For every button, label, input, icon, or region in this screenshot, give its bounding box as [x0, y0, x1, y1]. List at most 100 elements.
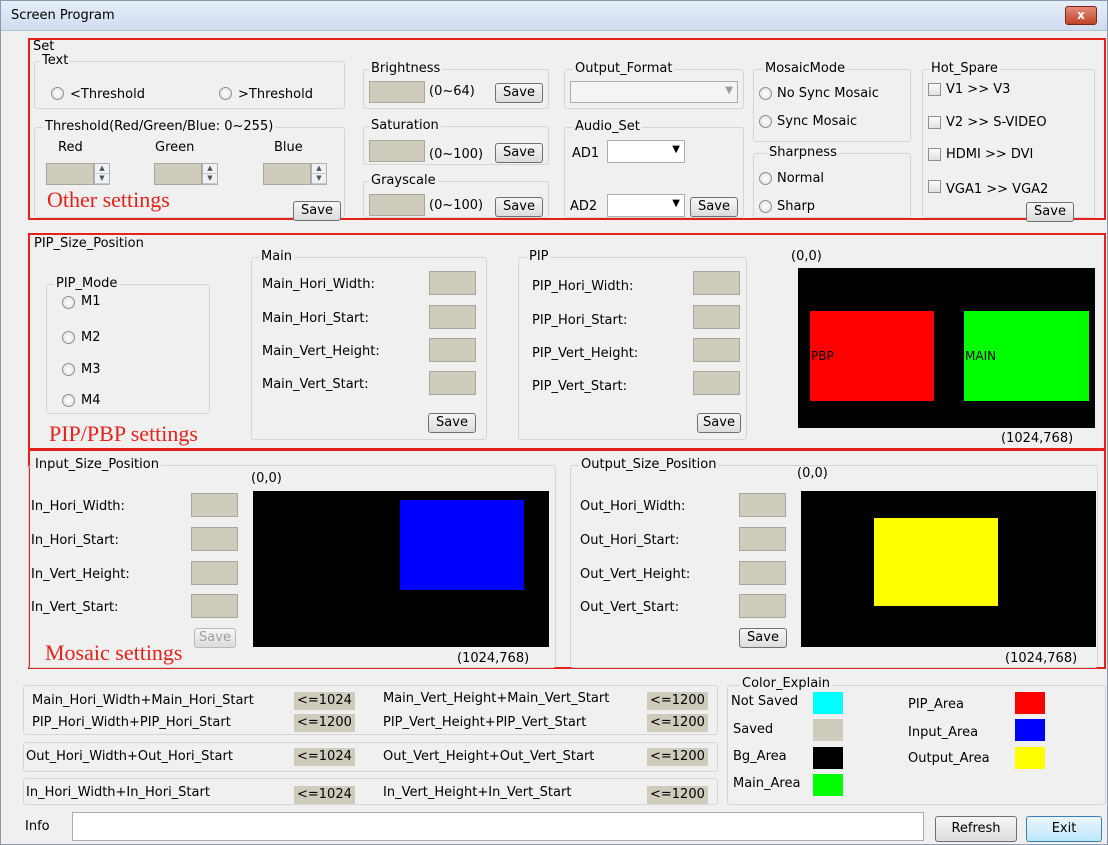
main-hori-start-input[interactable]	[429, 305, 476, 329]
spin-down-icon[interactable]: ▼	[95, 174, 109, 184]
pip-size-position-label: PIP_Size_Position	[34, 236, 144, 251]
brightness-save-button[interactable]: Save	[495, 83, 543, 103]
main-save-button[interactable]: Save	[428, 413, 476, 433]
constraint-out-hori: Out_Hori_Width+Out_Hori_Start	[26, 749, 233, 764]
out-hori-start-input[interactable]	[739, 527, 786, 551]
sharp-sharpness-radio[interactable]	[759, 200, 772, 213]
red-spinner[interactable]: ▲ ▼	[94, 163, 110, 185]
chevron-down-icon: ▼	[725, 85, 733, 96]
spin-down-icon[interactable]: ▼	[312, 174, 326, 184]
legend-not-saved-label: Not Saved	[731, 694, 799, 709]
main-hori-width-input[interactable]	[429, 271, 476, 295]
ad2-select[interactable]: ▼	[607, 194, 685, 217]
pip-preview-origin: (0,0)	[791, 249, 822, 264]
red-input[interactable]	[46, 163, 94, 185]
ad2-label: AD2	[570, 199, 598, 214]
spin-down-icon[interactable]: ▼	[203, 174, 217, 184]
pip-vert-start-label: PIP_Vert_Start:	[532, 379, 627, 394]
in-hori-start-label: In_Hori_Start:	[31, 533, 119, 548]
greater-threshold-radio[interactable]	[219, 87, 232, 100]
brightness-label: Brightness	[369, 61, 443, 76]
in-vert-height-label: In_Vert_Height:	[31, 567, 130, 582]
spin-up-icon[interactable]: ▲	[312, 164, 326, 174]
brightness-range: (0~64)	[429, 84, 475, 99]
blue-spinner[interactable]: ▲ ▼	[311, 163, 327, 185]
audio-save-button[interactable]: Save	[690, 197, 738, 217]
saturation-input[interactable]	[369, 140, 425, 162]
brightness-input[interactable]	[369, 81, 425, 103]
pip-mode-m3-label: M3	[81, 362, 101, 377]
grayscale-input[interactable]	[369, 194, 425, 216]
main-hori-start-label: Main_Hori_Start:	[262, 311, 369, 326]
no-sync-mosaic-radio[interactable]	[759, 87, 772, 100]
output-save-button[interactable]: Save	[739, 628, 787, 648]
output-preview-origin: (0,0)	[797, 466, 828, 481]
spin-up-icon[interactable]: ▲	[95, 164, 109, 174]
green-input[interactable]	[154, 163, 202, 185]
main-vert-start-input[interactable]	[429, 371, 476, 395]
ad1-select[interactable]: ▼	[607, 140, 685, 163]
sync-mosaic-label: Sync Mosaic	[777, 114, 858, 129]
in-hori-width-input[interactable]	[191, 493, 238, 517]
spin-up-icon[interactable]: ▲	[203, 164, 217, 174]
grayscale-label: Grayscale	[369, 173, 438, 188]
out-hori-width-input[interactable]	[739, 493, 786, 517]
output-preview-canvas	[801, 491, 1096, 647]
hot-spare-vga-checkbox[interactable]	[928, 180, 941, 193]
pip-vert-start-input[interactable]	[693, 371, 740, 395]
pip-mode-m2-radio[interactable]	[62, 331, 75, 344]
out-vert-height-input[interactable]	[739, 561, 786, 585]
constraint-in-vert: In_Vert_Height+In_Vert_Start	[383, 785, 572, 800]
blue-label: Blue	[274, 140, 303, 155]
sharpness-label: Sharpness	[767, 145, 839, 160]
main-vert-height-input[interactable]	[429, 338, 476, 362]
pip-hori-width-input[interactable]	[693, 271, 740, 295]
exit-button[interactable]: Exit	[1026, 816, 1102, 842]
pip-vert-height-input[interactable]	[693, 338, 740, 362]
legend-main-area-swatch	[813, 774, 843, 796]
in-hori-start-input[interactable]	[191, 527, 238, 551]
saturation-label: Saturation	[369, 118, 441, 133]
pip-mode-m4-radio[interactable]	[62, 394, 75, 407]
less-threshold-label: <Threshold	[70, 87, 145, 102]
in-vert-start-input[interactable]	[191, 594, 238, 618]
in-vert-height-input[interactable]	[191, 561, 238, 585]
refresh-button[interactable]: Refresh	[935, 816, 1017, 842]
normal-sharpness-radio[interactable]	[759, 172, 772, 185]
constraint-pip-hori-value: <=1200	[294, 714, 355, 732]
green-spinner[interactable]: ▲ ▼	[202, 163, 218, 185]
out-hori-width-label: Out_Hori_Width:	[580, 499, 686, 514]
output-format-select[interactable]: ▼	[570, 81, 738, 103]
main-hori-width-label: Main_Hori_Width:	[262, 277, 375, 292]
grayscale-range: (0~100)	[429, 198, 484, 213]
main-group-label: Main	[259, 249, 295, 264]
out-vert-start-input[interactable]	[739, 594, 786, 618]
pip-settings-annotation: PIP/PBP settings	[49, 421, 198, 446]
hot-spare-v1-checkbox[interactable]	[928, 83, 941, 96]
legend-input-area-label: Input_Area	[908, 725, 979, 740]
less-threshold-radio[interactable]	[51, 87, 64, 100]
saturation-save-button[interactable]: Save	[495, 143, 543, 163]
out-vert-start-label: Out_Vert_Start:	[580, 600, 680, 615]
chevron-down-icon: ▼	[672, 144, 680, 155]
pip-save-button[interactable]: Save	[697, 413, 741, 433]
input-save-button[interactable]: Save	[194, 628, 236, 648]
legend-pip-area-label: PIP_Area	[908, 697, 964, 712]
close-button[interactable]: x	[1065, 6, 1097, 25]
output-size-position-label: Output_Size_Position	[579, 457, 719, 472]
info-field[interactable]	[72, 812, 924, 841]
pip-mode-label: PIP_Mode	[54, 276, 120, 291]
grayscale-save-button[interactable]: Save	[495, 197, 543, 217]
blue-input[interactable]	[263, 163, 311, 185]
sync-mosaic-radio[interactable]	[759, 115, 772, 128]
constraint-pip-hori: PIP_Hori_Width+PIP_Hori_Start	[32, 715, 231, 730]
pip-hori-start-input[interactable]	[693, 305, 740, 329]
constraint-out-vert-value: <=1200	[647, 748, 708, 766]
hot-spare-save-button[interactable]: Save	[1026, 202, 1074, 222]
pip-mode-m1-radio[interactable]	[62, 296, 75, 309]
legend-not-saved-swatch	[813, 692, 843, 714]
threshold-save-button[interactable]: Save	[293, 201, 341, 221]
pip-mode-m3-radio[interactable]	[62, 363, 75, 376]
hot-spare-v2-checkbox[interactable]	[928, 116, 941, 129]
hot-spare-hdmi-checkbox[interactable]	[928, 148, 941, 161]
